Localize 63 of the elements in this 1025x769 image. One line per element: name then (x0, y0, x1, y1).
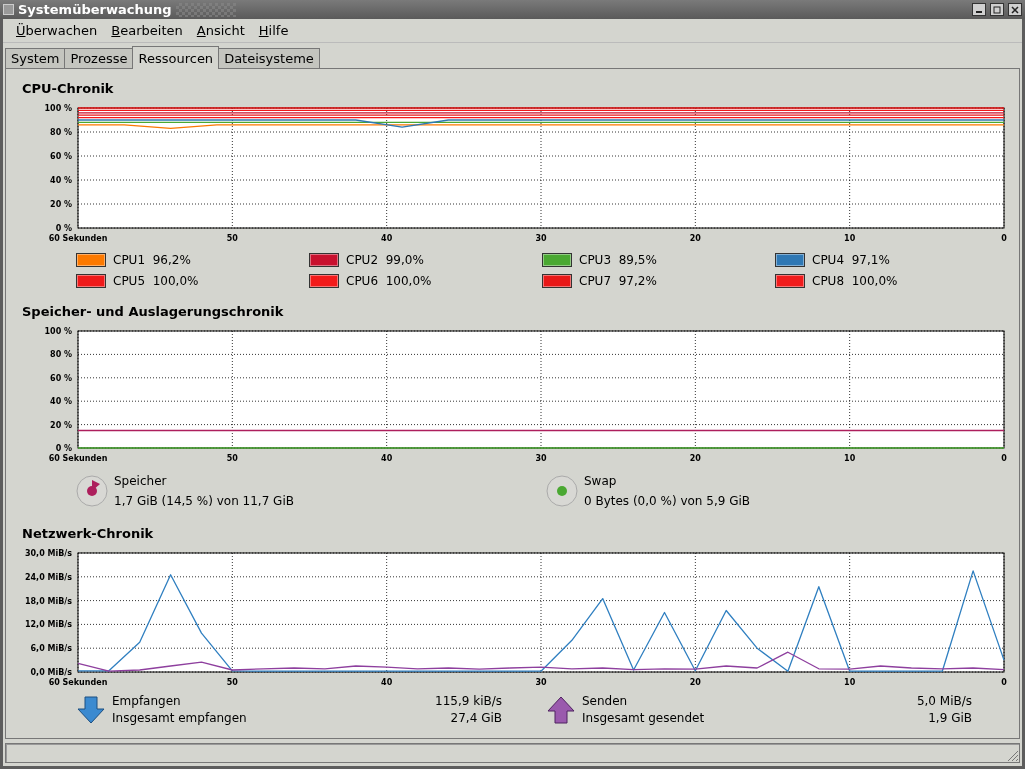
x-tick-label: 60 Sekunden (48, 234, 108, 243)
section-title: CPU-Chronik (21, 81, 115, 96)
y-tick-label: 60 % (50, 373, 72, 383)
y-tick-label: 100 % (44, 327, 72, 336)
x-tick-label: 20 (689, 234, 701, 243)
window-title: Systemüberwachung (18, 2, 172, 17)
section-title: Speicher- und Auslagerungschronik (21, 304, 285, 319)
y-tick-label: 30,0 MiB/s (25, 549, 72, 558)
x-tick-label: 10 (844, 454, 856, 463)
y-tick-label: 80 % (50, 350, 72, 360)
y-tick-label: 0 % (55, 444, 72, 453)
legend-label: CPU7 97,2% (579, 274, 657, 288)
legend-label: Swap (584, 474, 618, 488)
y-tick-label: 100 % (44, 104, 72, 113)
legend-label: CPU4 97,1% (812, 253, 890, 267)
x-tick-label: 30 (535, 234, 547, 243)
x-tick-label: 40 (381, 454, 393, 463)
x-tick-label: 30 (535, 678, 547, 687)
y-tick-label: 6,0 MiB/s (30, 644, 72, 654)
legend-label: CPU8 100,0% (812, 274, 898, 288)
x-tick-label: 0 (1001, 234, 1007, 243)
y-tick-label: 0 % (55, 224, 72, 233)
legend-label: CPU2 99,0% (346, 253, 424, 267)
y-tick-label: 20 % (50, 420, 72, 430)
x-tick-label: 60 Sekunden (48, 678, 108, 687)
y-tick-label: 40 % (50, 176, 72, 185)
y-tick-label: 12,0 MiB/s (25, 620, 72, 630)
y-tick-label: 40 % (50, 397, 72, 407)
legend-label: CPU1 96,2% (113, 253, 191, 267)
y-tick-label: 18,0 MiB/s (25, 596, 72, 606)
legend-label: Insgesamt gesendet (582, 711, 706, 725)
x-tick-label: 40 (381, 678, 393, 687)
x-tick-label: 0 (1001, 678, 1007, 687)
legend-label: CPU6 100,0% (346, 274, 432, 288)
x-tick-label: 20 (689, 454, 701, 463)
x-tick-label: 30 (535, 454, 547, 463)
legend-detail: 0 Bytes (0,0 %) von 5,9 GiB (584, 494, 751, 508)
y-tick-label: 60 % (50, 152, 72, 161)
legend-detail: 1,7 GiB (14,5 %) von 11,7 GiB (114, 494, 294, 508)
x-tick-label: 10 (844, 678, 856, 687)
y-tick-label: 80 % (50, 128, 72, 137)
section-title: Netzwerk-Chronik (21, 526, 155, 541)
legend-label: CPU5 100,0% (113, 274, 199, 288)
total-value: 1,9 GiB (927, 711, 972, 725)
x-tick-label: 20 (689, 678, 701, 687)
total-value: 27,4 GiB (449, 711, 502, 725)
rate-value: 115,9 kiB/s (435, 694, 502, 708)
x-tick-label: 50 (226, 234, 238, 243)
legend-label: Empfangen (112, 694, 182, 708)
x-tick-label: 50 (226, 678, 238, 687)
y-tick-label: 0,0 MiB/s (30, 668, 72, 677)
legend-label: Senden (582, 694, 629, 708)
y-tick-label: 24,0 MiB/s (25, 572, 72, 582)
x-tick-label: 10 (844, 234, 856, 243)
y-tick-label: 20 % (50, 200, 72, 209)
legend-label: CPU3 89,5% (579, 253, 657, 267)
legend-label: Speicher (114, 474, 168, 488)
x-tick-label: 0 (1001, 454, 1007, 463)
x-tick-label: 50 (226, 454, 238, 463)
x-tick-label: 40 (381, 234, 393, 243)
rate-value: 5,0 MiB/s (916, 694, 972, 708)
x-tick-label: 60 Sekunden (48, 454, 108, 463)
legend-label: Insgesamt empfangen (112, 711, 248, 725)
